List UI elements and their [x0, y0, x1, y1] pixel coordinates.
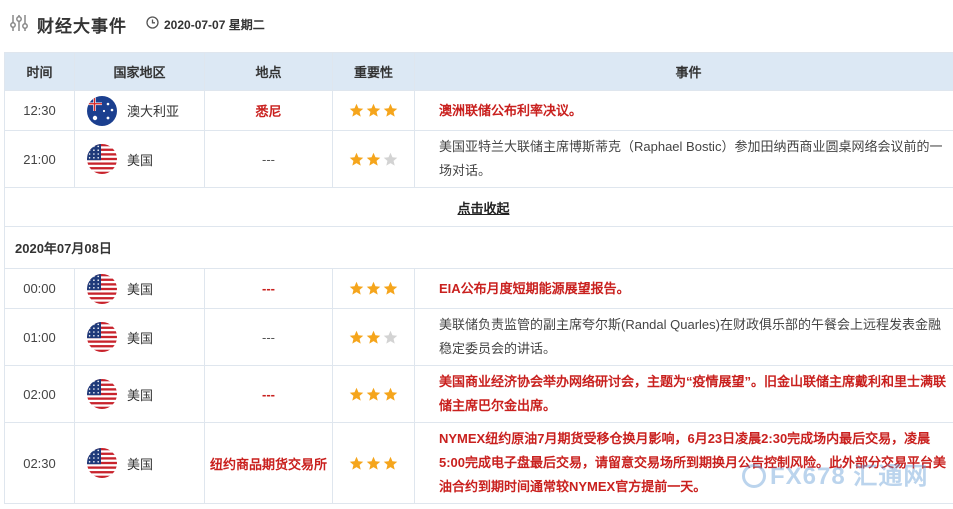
- event-time: 00:00: [4, 268, 75, 309]
- column-header-time: 时间: [4, 52, 75, 91]
- collapse-row: 点击收起: [4, 187, 953, 227]
- column-header-importance: 重要性: [332, 52, 415, 91]
- importance-rating: [332, 365, 415, 423]
- event-time: 02:00: [4, 365, 75, 423]
- column-header-place: 地点: [204, 52, 333, 91]
- clock-icon: [146, 16, 159, 29]
- usa-flag-icon: [87, 322, 117, 352]
- star-filled-icon: [383, 387, 398, 401]
- importance-rating: [332, 90, 415, 131]
- usa-flag-icon: [87, 144, 117, 174]
- table-header: 时间 国家地区 地点 重要性 事件: [4, 52, 953, 91]
- star-filled-icon: [366, 103, 381, 117]
- usa-flag-icon: [87, 448, 117, 478]
- country-name: 美国: [127, 387, 154, 403]
- star-filled-icon: [366, 330, 381, 344]
- event-place: 悉尼: [204, 90, 333, 131]
- star-filled-icon: [383, 103, 398, 117]
- country-name: 美国: [127, 456, 154, 472]
- australia-flag-icon: [87, 95, 117, 126]
- country-name: 美国: [127, 282, 154, 297]
- country-name: 美国: [127, 152, 154, 168]
- star-filled-icon: [383, 456, 398, 470]
- event-description: EIA公布月度短期能源展望报告。: [414, 268, 953, 309]
- usa-flag-icon: [87, 379, 117, 409]
- event-place: ---: [204, 268, 333, 309]
- date-row: 2020年07月08日: [4, 226, 953, 269]
- event-country: 美国: [74, 422, 205, 504]
- events-table: 时间 国家地区 地点 重要性 事件 12:30 澳大利亚 悉尼 澳洲联储公布利率决议。…: [4, 52, 953, 504]
- event-description: 美国商业经济协会举办网络研讨会，主题为“疫情展望”。旧金山联储主席戴利和里士满联…: [414, 365, 953, 423]
- page-title: 财经大事件: [37, 17, 127, 36]
- day-date: 2020年07月08日: [4, 226, 953, 269]
- star-filled-icon: [366, 456, 381, 470]
- importance-rating: [332, 130, 415, 188]
- event-country: 美国: [74, 130, 205, 188]
- event-description: 美联储负责监管的副主席夸尔斯(Randal Quarles)在财政俱乐部的午餐会…: [414, 308, 953, 366]
- table-row: 21:00 美国 --- 美国亚特兰大联储主席博斯蒂克（Raphael Bostic）…: [4, 130, 953, 188]
- collapse-link[interactable]: 点击收起: [457, 201, 509, 216]
- table-row: 02:00 美国 --- 美国商业经济协会举办网络研讨会，主题为“疫情展望”。旧金山联…: [4, 365, 953, 423]
- country-name: 美国: [127, 330, 154, 346]
- table-row: 12:30 澳大利亚 悉尼 澳洲联储公布利率决议。: [4, 90, 953, 131]
- tune-icon: [10, 15, 28, 31]
- star-filled-icon: [349, 281, 364, 295]
- current-date: 2020-07-07 星期二: [164, 18, 265, 32]
- table-row: 01:00 美国 --- 美联储负责监管的副主席夸尔斯(Randal Quarles)…: [4, 308, 953, 366]
- star-filled-icon: [366, 387, 381, 401]
- star-filled-icon: [349, 387, 364, 401]
- event-place: ---: [204, 308, 333, 366]
- star-empty-icon: [383, 330, 398, 344]
- event-place: ---: [204, 365, 333, 423]
- event-country: 澳大利亚: [74, 90, 205, 131]
- event-place: ---: [204, 130, 333, 188]
- star-filled-icon: [349, 103, 364, 117]
- star-filled-icon: [349, 456, 364, 470]
- column-header-event: 事件: [414, 52, 953, 91]
- event-time: 21:00: [4, 130, 75, 188]
- star-filled-icon: [349, 152, 364, 166]
- event-country: 美国: [74, 268, 205, 309]
- top-bar: 财经大事件 2020-07-07 星期二: [0, 0, 953, 46]
- star-filled-icon: [366, 281, 381, 295]
- event-description: NYMEX纽约原油7月期货受移仓换月影响，6月23日凌晨2:30完成场内最后交易…: [414, 422, 953, 504]
- importance-rating: [332, 268, 415, 309]
- star-filled-icon: [383, 281, 398, 295]
- event-time: 01:00: [4, 308, 75, 366]
- importance-rating: [332, 308, 415, 366]
- star-empty-icon: [383, 152, 398, 166]
- event-place: 纽约商品期货交易所: [204, 422, 333, 504]
- event-description: 美国亚特兰大联储主席博斯蒂克（Raphael Bostic）参加田纳西商业圆桌网…: [414, 130, 953, 188]
- importance-rating: [332, 422, 415, 504]
- event-time: 12:30: [4, 90, 75, 131]
- event-country: 美国: [74, 308, 205, 366]
- event-time: 02:30: [4, 422, 75, 504]
- event-description: 澳洲联储公布利率决议。: [414, 90, 953, 131]
- star-filled-icon: [366, 152, 381, 166]
- table-row: 02:30 美国 纽约商品期货交易所 NYMEX纽约原油7月期货受移仓换月影响，6月2…: [4, 422, 953, 504]
- star-filled-icon: [349, 330, 364, 344]
- country-name: 澳大利亚: [127, 104, 180, 119]
- event-country: 美国: [74, 365, 205, 423]
- column-header-country: 国家地区: [74, 52, 205, 91]
- usa-flag-icon: [87, 273, 117, 304]
- table-row: 00:00 美国 --- EIA公布月度短期能源展望报告。: [4, 268, 953, 309]
